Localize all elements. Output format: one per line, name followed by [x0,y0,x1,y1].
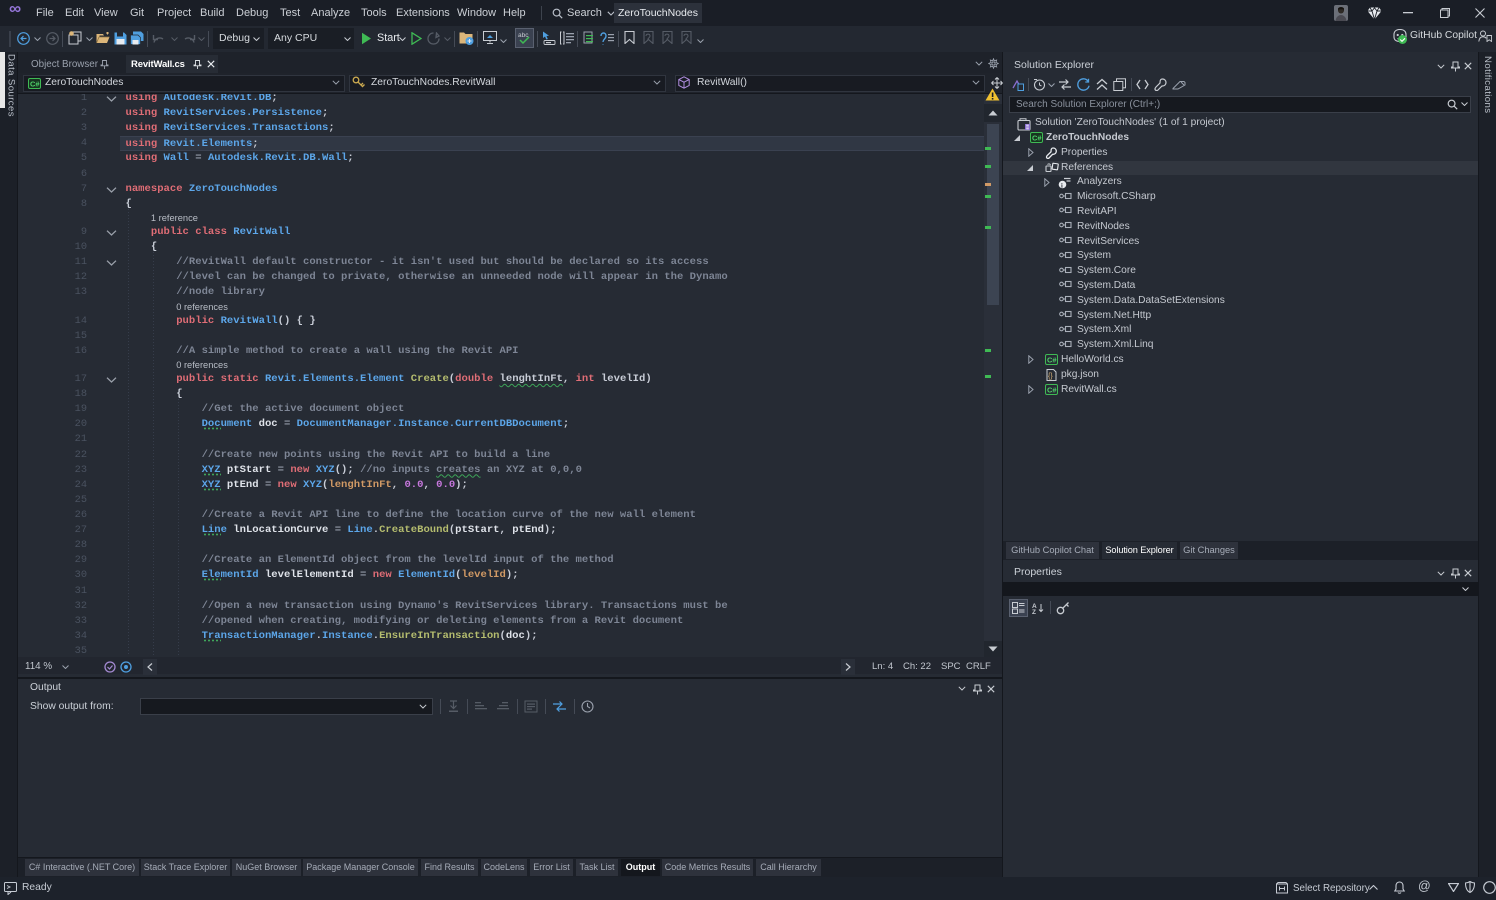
svg-text:{}: {} [1048,373,1053,380]
svg-text:C#: C# [1047,356,1057,365]
svg-text:i: i [1061,182,1063,189]
svg-text:C#: C# [1032,134,1042,143]
svg-text:Z: Z [1032,609,1036,614]
svg-text:C#: C# [1047,385,1057,394]
svg-text:C#: C# [30,79,40,88]
